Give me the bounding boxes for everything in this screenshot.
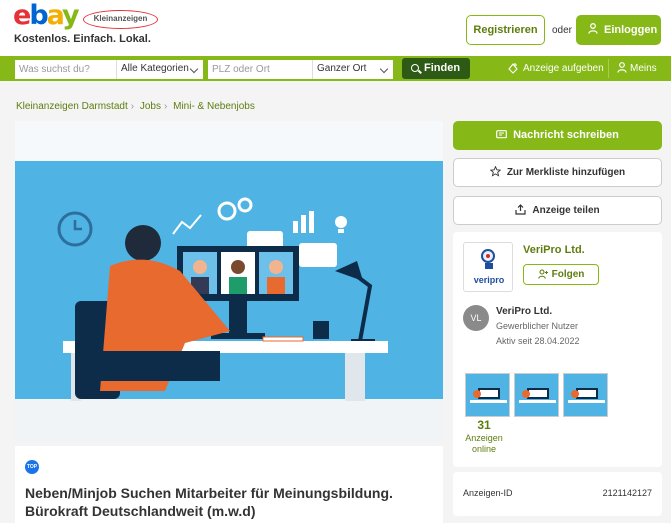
top-header: ebay Kleinanzeigen Kostenlos. Einfach. L… bbox=[0, 0, 671, 56]
user-type: Gewerblicher Nutzer bbox=[496, 321, 579, 331]
ads-online-label[interactable]: Anzeigen online bbox=[458, 433, 510, 455]
ads-count[interactable]: 31 bbox=[464, 418, 504, 432]
add-to-watchlist-button[interactable]: Zur Merkliste hinzufügen bbox=[453, 158, 662, 187]
find-label: Finden bbox=[424, 62, 461, 74]
ad-id-value: 2121142127 bbox=[602, 488, 652, 498]
tagline: Kostenlos. Einfach. Lokal. bbox=[14, 33, 151, 45]
location-input[interactable] bbox=[208, 60, 312, 79]
user-plus-icon bbox=[537, 269, 548, 279]
share-icon bbox=[515, 204, 526, 215]
top-badge: TOP bbox=[25, 460, 39, 474]
user-active-since: Aktiv seit 28.04.2022 bbox=[496, 336, 580, 346]
send-message-label: Nachricht schreiben bbox=[513, 129, 619, 141]
user-icon bbox=[588, 23, 598, 34]
find-button[interactable]: Finden bbox=[402, 58, 470, 79]
send-message-button[interactable]: Nachricht schreiben bbox=[453, 121, 662, 150]
login-button[interactable]: Einloggen bbox=[576, 15, 661, 45]
share-ad-label: Anzeige teilen bbox=[532, 205, 600, 216]
breadcrumb-separator: › bbox=[163, 101, 168, 112]
star-icon bbox=[489, 166, 501, 177]
seller-name-link[interactable]: VeriPro Ltd. bbox=[523, 244, 585, 256]
post-ad-icon bbox=[508, 63, 518, 74]
mine-label: Meins bbox=[630, 63, 657, 74]
chevron-down-icon bbox=[379, 64, 389, 74]
site-logo[interactable]: ebay Kleinanzeigen bbox=[13, 0, 158, 34]
ebay-logo: ebay bbox=[13, 0, 80, 31]
register-button[interactable]: Registrieren bbox=[466, 15, 545, 45]
video-call-illustration bbox=[15, 121, 443, 442]
other-ad-thumbnail[interactable] bbox=[514, 373, 559, 417]
post-ad-label: Anzeige aufgeben bbox=[523, 63, 604, 74]
kleinanzeigen-badge: Kleinanzeigen bbox=[83, 10, 158, 29]
search-icon bbox=[411, 64, 419, 72]
login-label: Einloggen bbox=[604, 24, 658, 36]
category-select[interactable]: Alle Kategorien bbox=[116, 60, 203, 79]
ad-main-image[interactable] bbox=[15, 121, 443, 442]
seller-card: veripro VeriPro Ltd. Folgen VL VeriPro L… bbox=[453, 232, 662, 467]
seller-logo-text: veripro bbox=[473, 275, 505, 285]
breadcrumb-item-jobs[interactable]: Jobs bbox=[140, 101, 161, 112]
category-value: Alle Kategorien bbox=[121, 63, 189, 74]
follow-button[interactable]: Folgen bbox=[523, 264, 599, 285]
post-ad-link[interactable]: Anzeige aufgeben bbox=[507, 62, 604, 74]
ad-title: Neben/Minjob Suchen Mitarbeiter für Mein… bbox=[25, 485, 393, 519]
other-ad-thumbnail[interactable] bbox=[563, 373, 608, 417]
search-input[interactable] bbox=[15, 60, 116, 79]
mine-link[interactable]: Meins bbox=[617, 62, 657, 74]
breadcrumb: Kleinanzeigen Darmstadt › Jobs › Mini- & N… bbox=[16, 101, 255, 112]
add-to-watchlist-label: Zur Merkliste hinzufügen bbox=[506, 167, 626, 178]
breadcrumb-item-minijobs[interactable]: Mini- & Nebenjobs bbox=[173, 101, 255, 112]
ad-title-card: TOP Neben/Minjob Suchen Mitarbeiter für … bbox=[15, 446, 443, 523]
header-divider bbox=[608, 59, 609, 78]
avatar: VL bbox=[463, 305, 489, 331]
ad-details-card: Anzeigen-ID 2121142127 bbox=[453, 472, 662, 516]
breadcrumb-separator: › bbox=[130, 101, 135, 112]
user-icon bbox=[617, 62, 627, 73]
breadcrumb-item-city[interactable]: Kleinanzeigen Darmstadt bbox=[16, 101, 128, 112]
chevron-down-icon bbox=[189, 64, 199, 74]
or-label: oder bbox=[552, 25, 573, 36]
follow-label: Folgen bbox=[551, 269, 585, 280]
chat-icon bbox=[496, 130, 508, 139]
other-ad-thumbnail[interactable] bbox=[465, 373, 510, 417]
medal-icon bbox=[481, 249, 495, 263]
radius-value: Ganzer Ort bbox=[317, 63, 367, 74]
ad-id-label: Anzeigen-ID bbox=[463, 488, 513, 498]
radius-select[interactable]: Ganzer Ort bbox=[312, 60, 393, 79]
seller-logo[interactable]: veripro bbox=[463, 242, 513, 292]
share-ad-button[interactable]: Anzeige teilen bbox=[453, 196, 662, 225]
user-name[interactable]: VeriPro Ltd. bbox=[496, 306, 552, 317]
